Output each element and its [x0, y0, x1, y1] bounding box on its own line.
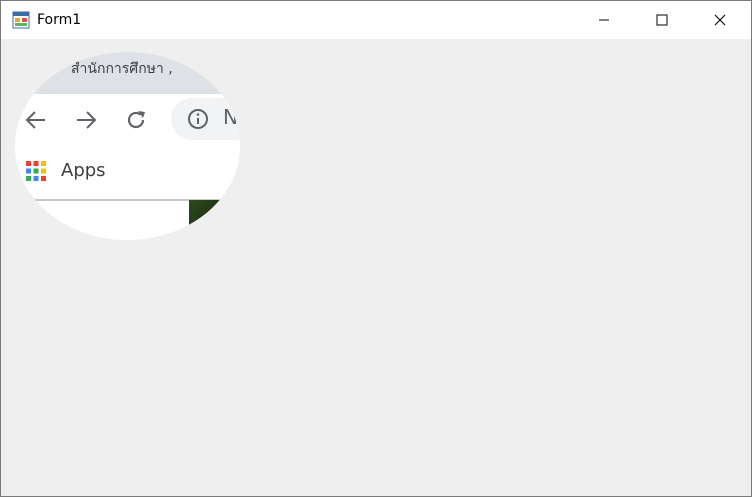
close-button[interactable]: [691, 1, 749, 39]
form-client-area: สำนักการศึกษา , N Apps: [1, 39, 751, 496]
title-bar[interactable]: Form1: [1, 1, 751, 39]
winforms-app-icon: [12, 11, 30, 29]
apps-bookmark-label: Apps: [61, 160, 106, 181]
forward-arrow-icon: [77, 111, 97, 129]
reload-icon: [127, 111, 145, 129]
address-bar: N: [171, 98, 240, 140]
page-image-thumbnail: [189, 200, 229, 240]
maximize-icon: [656, 14, 668, 26]
maximize-button[interactable]: [633, 1, 691, 39]
browser-tab-title: สำนักการศึกษา ,: [71, 61, 173, 77]
minimize-icon: [599, 19, 609, 21]
apps-grid-icon: [26, 161, 46, 181]
browser-tab-strip: สำนักการศึกษา ,: [15, 52, 240, 94]
close-icon: [714, 14, 726, 26]
address-text: N: [223, 105, 238, 129]
circular-picture-box: สำนักการศึกษา , N Apps: [15, 52, 240, 240]
back-arrow-icon: [25, 111, 45, 129]
form1-window: Form1 สำนักการศึกษา , N Apps: [0, 0, 752, 497]
info-icon: [188, 109, 208, 129]
window-title: Form1: [37, 12, 82, 28]
minimize-button[interactable]: [575, 1, 633, 39]
bookmarks-bar: [15, 144, 240, 201]
